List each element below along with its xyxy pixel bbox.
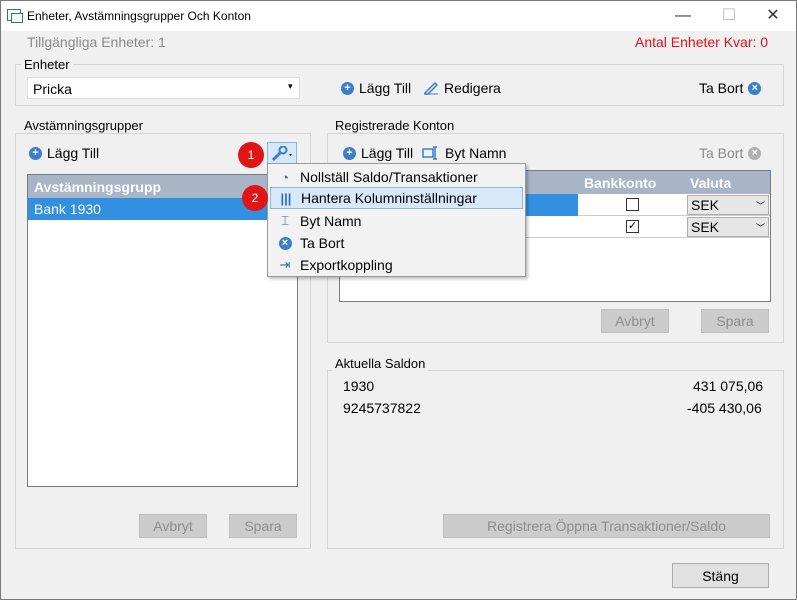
valuta-column-header: Valuta: [690, 175, 732, 191]
rename-account-label: Byt Namn: [445, 145, 507, 161]
plus-icon: +: [343, 146, 356, 160]
groups-list: Avstämningsgrupp Bank 1930: [27, 174, 298, 487]
add-unit-button[interactable]: + Lägg Till: [341, 80, 411, 96]
wrench-icon: [271, 146, 292, 162]
add-account-button[interactable]: + Lägg Till: [343, 145, 413, 161]
add-unit-label: Lägg Till: [359, 80, 412, 96]
remove-unit-button[interactable]: Ta Bort ×: [699, 80, 762, 96]
remove-circle-icon: ×: [748, 146, 762, 160]
remaining-units-label: Antal Enheter Kvar: 0: [635, 34, 769, 50]
group-tools-menu: ◔ Nollställ Saldo/Transaktioner ||| Hant…: [267, 163, 526, 277]
window-title: Enheter, Avstämningsgrupper Och Konton: [27, 9, 251, 23]
minimize-button[interactable]: —: [673, 5, 693, 27]
currency-value: SEK: [691, 219, 720, 235]
menu-item-export[interactable]: ⇥ Exportkoppling: [270, 254, 523, 276]
bankkonto-checkbox-checked[interactable]: ✓: [626, 220, 639, 233]
menu-item-label: Ta Bort: [300, 235, 345, 251]
accounts-save-button[interactable]: Spara: [701, 309, 769, 333]
menu-item-reset[interactable]: ◔ Nollställ Saldo/Transaktioner: [270, 166, 523, 188]
groups-legend: Avstämningsgrupper: [21, 118, 146, 133]
title-bar: Enheter, Avstämningsgrupper Och Konton —…: [1, 1, 796, 31]
balance-amount: -405 430,06: [687, 400, 762, 416]
accounts-cancel-button[interactable]: Avbryt: [601, 309, 669, 333]
rename-icon: [422, 146, 437, 160]
available-units-label: Tillgängliga Enheter: 1: [27, 34, 166, 50]
rename-icon: ⌶: [281, 213, 289, 228]
balance-amount: 431 075,06: [693, 378, 764, 394]
currency-select[interactable]: SEK ﹀: [687, 217, 769, 237]
close-window-button[interactable]: ✕: [763, 5, 783, 27]
menu-item-remove[interactable]: × Ta Bort: [270, 232, 523, 254]
remove-unit-label: Ta Bort: [699, 80, 744, 96]
maximize-button[interactable]: ☐: [719, 5, 739, 27]
balance-account: 1930: [343, 378, 375, 394]
menu-item-label: Exportkoppling: [300, 257, 393, 273]
menu-item-rename[interactable]: ⌶ Byt Namn: [270, 210, 523, 232]
edit-unit-button[interactable]: Redigera: [423, 80, 501, 96]
group-tools-menu-button[interactable]: [267, 142, 297, 164]
edit-unit-label: Redigera: [444, 80, 501, 96]
currency-value: SEK: [691, 197, 720, 213]
add-group-label: Lägg Till: [47, 145, 100, 161]
close-button[interactable]: Stäng: [672, 563, 769, 588]
units-legend: Enheter: [21, 57, 73, 72]
window-app-icon: [7, 9, 23, 23]
chevron-down-icon: ﹀: [755, 222, 765, 233]
menu-item-label: Hantera Kolumninställningar: [301, 190, 477, 206]
bankkonto-column-header: Bankkonto: [584, 175, 657, 191]
export-icon: ⇥: [279, 257, 291, 272]
pencil-icon: [423, 81, 439, 95]
currency-select[interactable]: SEK ﹀: [687, 195, 769, 215]
reset-icon: ◔: [281, 169, 289, 185]
dialog-window: Enheter, Avstämningsgrupper Och Konton —…: [0, 0, 797, 600]
menu-item-label: Byt Namn: [300, 213, 362, 229]
menu-item-column-settings[interactable]: ||| Hantera Kolumninställningar: [270, 187, 523, 209]
chevron-down-icon: ﹀: [755, 200, 765, 211]
add-group-button[interactable]: + Lägg Till: [29, 145, 99, 161]
plus-icon: +: [341, 81, 354, 95]
balance-account: 9245737822: [343, 400, 421, 416]
unit-select[interactable]: Pricka ▾: [27, 77, 300, 99]
remove-circle-icon: ×: [270, 236, 300, 250]
add-account-label: Lägg Till: [361, 145, 414, 161]
bankkonto-checkbox[interactable]: [626, 198, 639, 211]
register-open-transactions-button[interactable]: Registrera Öppna Transaktioner/Saldo: [443, 514, 770, 538]
menu-item-label: Nollställ Saldo/Transaktioner: [300, 169, 478, 185]
balances-legend: Aktuella Saldon: [332, 356, 429, 371]
remove-account-label: Ta Bort: [699, 145, 744, 161]
columns-icon: |||: [280, 190, 292, 206]
unit-select-value: Pricka: [33, 81, 72, 97]
step-badge-1: 1: [238, 142, 264, 168]
plus-icon: +: [29, 146, 42, 160]
remove-account-button[interactable]: Ta Bort ×: [699, 145, 762, 161]
rename-account-button[interactable]: Byt Namn: [422, 145, 506, 161]
dropdown-arrow-icon: ▾: [288, 81, 293, 91]
remove-circle-icon: ×: [748, 81, 762, 95]
groups-save-button[interactable]: Spara: [229, 514, 297, 538]
step-badge-2: 2: [242, 185, 268, 211]
accounts-legend: Registrerade Konton: [332, 118, 458, 133]
groups-cancel-button[interactable]: Avbryt: [139, 514, 207, 538]
